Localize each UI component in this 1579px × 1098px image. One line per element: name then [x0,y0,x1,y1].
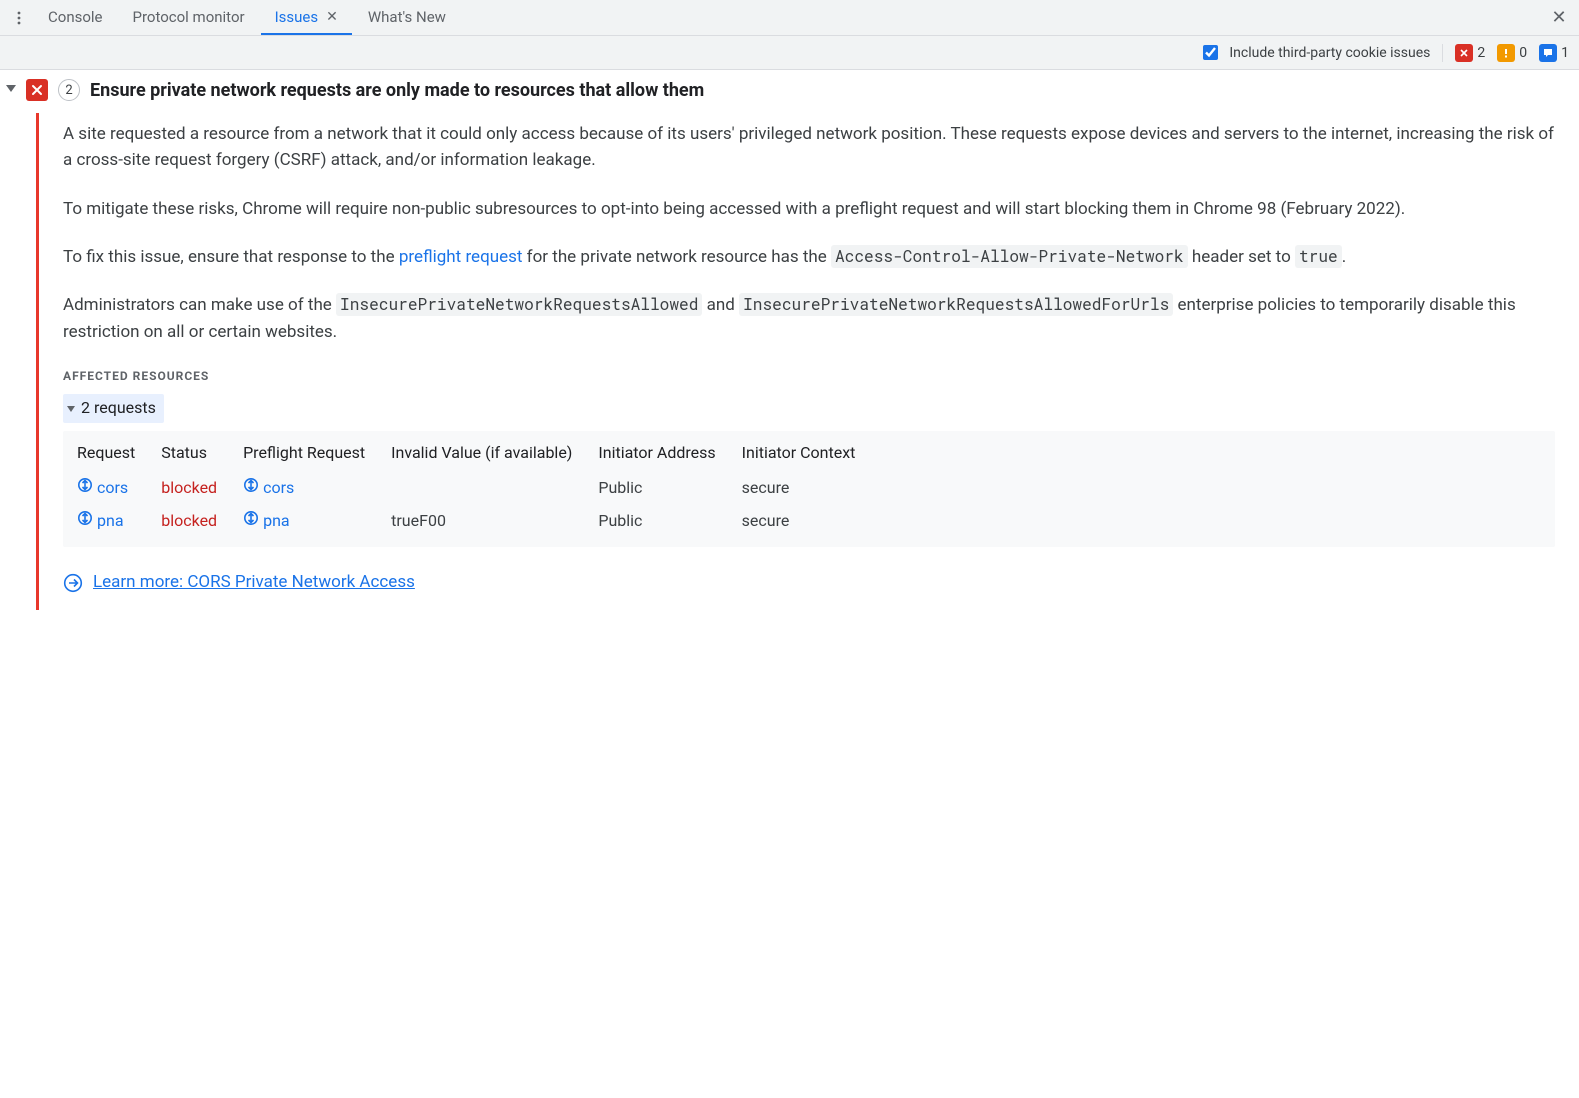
preflight-link[interactable]: pna [239,505,387,538]
initiator-ctx-cell: secure [738,505,878,538]
tab-label: Protocol monitor [133,8,245,26]
col-preflight: Preflight Request [239,437,387,472]
issue-paragraph: To mitigate these risks, Chrome will req… [63,196,1555,222]
error-count-value: 2 [1477,45,1485,61]
requests-summary-toggle[interactable]: 2 requests [63,394,164,423]
invalid-cell [387,472,594,505]
tab-bar: Console Protocol monitor Issues ✕ What's… [0,0,1579,36]
status-cell: blocked [157,472,239,505]
tab-issues[interactable]: Issues ✕ [261,0,352,35]
col-request: Request [73,437,157,472]
info-icon [1539,44,1557,62]
request-link[interactable]: cors [73,472,157,505]
issue-body: A site requested a resource from a netwo… [36,113,1579,610]
info-count[interactable]: 1 [1539,44,1569,62]
issues-toolbar: Include third-party cookie issues 2 0 1 [0,36,1579,70]
requests-table: Request Status Preflight Request Invalid… [63,431,1555,547]
code-token: InsecurePrivateNetworkRequestsAllowed [336,293,702,316]
tab-label: Console [48,8,103,26]
code-token: InsecurePrivateNetworkRequestsAllowedFor… [739,293,1173,316]
close-panel-button[interactable]: ✕ [1545,4,1573,32]
code-token: true [1295,245,1342,268]
requests-summary-label: 2 requests [81,396,156,421]
include-third-party-cookies-checkbox[interactable]: Include third-party cookie issues [1199,42,1430,63]
status-cell: blocked [157,505,239,538]
preflight-request-link[interactable]: preflight request [399,247,523,267]
col-initiator-ctx: Initiator Context [738,437,878,472]
request-icon [77,477,93,493]
error-icon [1455,44,1473,62]
issue-paragraph: Administrators can make use of the Insec… [63,292,1555,345]
close-icon[interactable]: ✕ [326,9,338,25]
request-link[interactable]: pna [73,505,157,538]
issue-paragraph: To fix this issue, ensure that response … [63,244,1555,270]
expand-triangle-icon[interactable] [6,85,16,92]
divider [1442,44,1443,62]
initiator-addr-cell: Public [594,472,737,505]
error-count[interactable]: 2 [1455,44,1485,62]
preflight-link[interactable]: cors [239,472,387,505]
col-initiator-addr: Initiator Address [594,437,737,472]
severity-error-icon [26,79,48,101]
invalid-cell: trueF00 [387,505,594,538]
code-token: Access-Control-Allow-Private-Network [831,245,1188,268]
request-icon [77,510,93,526]
tab-console[interactable]: Console [34,0,117,35]
request-icon [243,510,259,526]
warning-count[interactable]: 0 [1497,44,1527,62]
issues-list: 2 Ensure private network requests are on… [0,70,1579,1098]
info-count-value: 1 [1561,45,1569,61]
table-header-row: Request Status Preflight Request Invalid… [73,437,877,472]
table-row: cors blocked cors Public secure [73,472,877,505]
issue-paragraph: A site requested a resource from a netwo… [63,121,1555,174]
issue-instance-count: 2 [58,79,80,101]
table-row: pna blocked pna trueF00 Public secure [73,505,877,538]
learn-more-link[interactable]: Learn more: CORS Private Network Access [93,569,415,595]
expand-triangle-icon [67,406,75,412]
learn-more-row: Learn more: CORS Private Network Access [63,569,1555,595]
tab-whats-new[interactable]: What's New [354,0,460,35]
issue-header-row[interactable]: 2 Ensure private network requests are on… [0,71,1579,103]
warning-icon [1497,44,1515,62]
checkbox-input[interactable] [1203,45,1218,60]
initiator-ctx-cell: secure [738,472,878,505]
initiator-addr-cell: Public [594,505,737,538]
tab-label: Issues [275,8,319,26]
issue-title: Ensure private network requests are only… [90,79,704,103]
col-invalid: Invalid Value (if available) [387,437,594,472]
checkbox-label: Include third-party cookie issues [1229,45,1430,61]
request-icon [243,477,259,493]
col-status: Status [157,437,239,472]
affected-resources-heading: AFFECTED RESOURCES [63,367,1555,386]
tab-label: What's New [368,8,446,26]
arrow-circle-right-icon [63,573,83,593]
tab-protocol-monitor[interactable]: Protocol monitor [119,0,259,35]
warning-count-value: 0 [1519,45,1527,61]
more-tabs-button[interactable] [6,5,32,31]
